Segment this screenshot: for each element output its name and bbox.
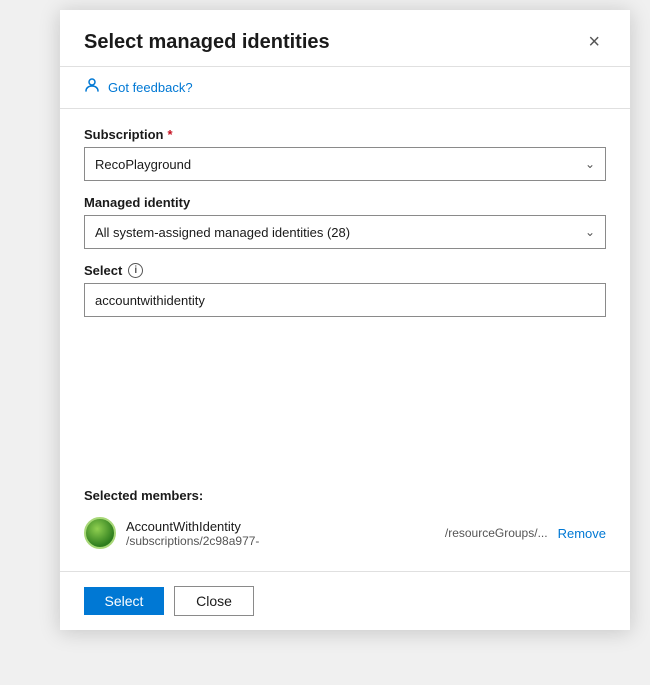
close-button[interactable]: Close	[174, 586, 254, 616]
subscription-field-group: Subscription * RecoPlayground ⌄	[84, 127, 606, 181]
chevron-down-icon: ⌄	[585, 157, 595, 171]
member-info: AccountWithIdentity /subscriptions/2c98a…	[126, 519, 435, 548]
member-avatar	[84, 517, 116, 549]
required-star: *	[167, 127, 172, 142]
modal-body: Subscription * RecoPlayground ⌄ Managed …	[60, 109, 630, 571]
info-icon[interactable]: i	[128, 263, 143, 278]
feedback-link[interactable]: Got feedback?	[108, 80, 193, 95]
managed-identity-dropdown[interactable]: All system-assigned managed identities (…	[84, 215, 606, 249]
select-field-group: Select i	[84, 263, 606, 317]
member-row: AccountWithIdentity /subscriptions/2c98a…	[84, 513, 606, 553]
modal-header: Select managed identities ×	[60, 10, 630, 67]
managed-identity-label: Managed identity	[84, 195, 606, 210]
subscription-dropdown[interactable]: RecoPlayground ⌄	[84, 147, 606, 181]
member-right: /resourceGroups/... Remove	[445, 526, 606, 541]
subscription-label: Subscription *	[84, 127, 606, 142]
remove-member-link[interactable]: Remove	[558, 526, 606, 541]
spacer	[84, 331, 606, 450]
modal-title: Select managed identities	[84, 31, 330, 54]
modal-dialog: Select managed identities × Got feedback…	[60, 10, 630, 630]
managed-identity-field-group: Managed identity All system-assigned man…	[84, 195, 606, 249]
chevron-down-icon-2: ⌄	[585, 225, 595, 239]
select-input[interactable]	[84, 283, 606, 317]
member-name: AccountWithIdentity	[126, 519, 435, 534]
subscription-value: RecoPlayground	[95, 157, 191, 172]
select-label: Select i	[84, 263, 606, 278]
modal-overlay: Select managed identities × Got feedback…	[0, 0, 650, 685]
select-button[interactable]: Select	[84, 587, 164, 615]
modal-footer: Select Close	[60, 571, 630, 630]
feedback-user-icon	[84, 77, 100, 98]
feedback-bar: Got feedback?	[60, 67, 630, 109]
member-subscription: /subscriptions/2c98a977-	[126, 534, 435, 548]
selected-members-label: Selected members:	[84, 488, 606, 503]
member-path: /resourceGroups/...	[445, 526, 548, 540]
selected-members-section: Selected members: AccountWithIdentity /s…	[84, 474, 606, 553]
managed-identity-value: All system-assigned managed identities (…	[95, 225, 350, 240]
close-icon-button[interactable]: ×	[582, 30, 606, 54]
